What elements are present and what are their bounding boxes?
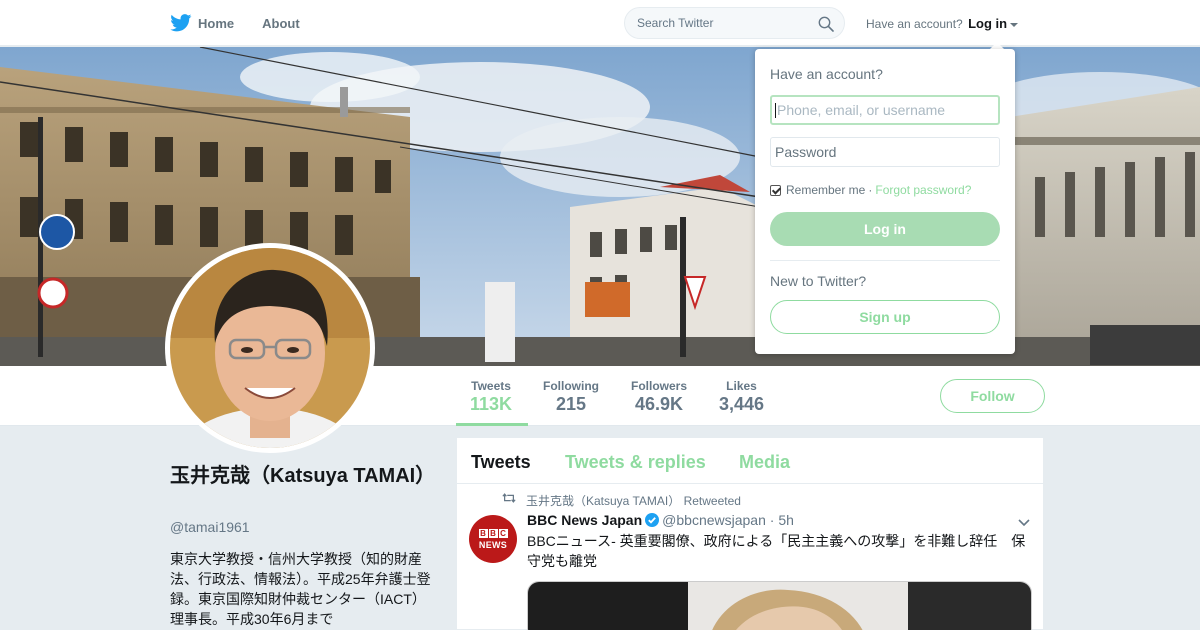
search-icon[interactable] xyxy=(818,16,834,32)
bbc-news-logo: B B C NEWS xyxy=(475,529,511,550)
stat-label: Likes xyxy=(726,379,757,393)
dropdown-title: Have an account? xyxy=(770,66,883,82)
tweet-author-handle[interactable]: @bbcnewsjapan xyxy=(662,512,766,528)
bbc-logo-letter: B xyxy=(488,529,498,538)
stat-likes[interactable]: Likes 3,446 xyxy=(719,379,764,415)
username-placeholder: Phone, email, or username xyxy=(777,102,946,118)
signup-button[interactable]: Sign up xyxy=(770,300,1000,334)
twitter-bird-icon[interactable] xyxy=(170,14,192,32)
stat-value: 46.9K xyxy=(634,394,684,414)
stat-label: Following xyxy=(543,379,599,393)
remember-me-row: Remember me · Forgot password? xyxy=(770,183,971,197)
search-input[interactable]: Search Twitter xyxy=(637,16,713,30)
separator-dot: · xyxy=(868,183,873,197)
remember-me-label[interactable]: Remember me xyxy=(786,183,865,197)
retweeted-by-label[interactable]: 玉井克哉（Katsuya TAMAI） Retweeted xyxy=(526,492,741,509)
stat-label: Tweets xyxy=(471,379,511,393)
search-box[interactable]: Search Twitter xyxy=(624,7,845,39)
profile-handle[interactable]: @tamai1961 xyxy=(170,519,250,535)
text-cursor xyxy=(775,103,776,118)
new-to-twitter-label: New to Twitter? xyxy=(770,273,867,289)
account-prompt: Have an account? xyxy=(866,17,963,31)
avatar-photo xyxy=(170,248,370,448)
nav-about-link[interactable]: About xyxy=(262,16,300,31)
password-field[interactable]: Password xyxy=(770,137,1000,167)
profile-avatar[interactable] xyxy=(165,243,375,453)
stat-label: Followers xyxy=(631,379,688,393)
bbc-logo-word: NEWS xyxy=(478,540,508,550)
stat-following[interactable]: Following 215 xyxy=(543,379,599,415)
top-navigation-bar: Home About Search Twitter Have an accoun… xyxy=(0,0,1200,46)
stat-value: 3,446 xyxy=(719,394,765,414)
retweet-icon xyxy=(502,493,516,503)
tab-tweets-and-replies[interactable]: Tweets & replies xyxy=(565,452,706,473)
login-button[interactable]: Log in xyxy=(770,212,1000,246)
tweet-timestamp[interactable]: 5h xyxy=(778,512,794,528)
account-menu: Have an account? Log in xyxy=(866,16,1019,31)
stat-followers[interactable]: Followers 46.9K xyxy=(631,379,687,415)
verified-badge-icon xyxy=(645,513,660,527)
active-stat-underline xyxy=(456,423,528,426)
stat-tweets[interactable]: Tweets 113K xyxy=(470,379,512,415)
tweet-author-name[interactable]: BBC News Japan xyxy=(527,512,642,528)
tweet-text: BBCニュース- 英重要閣僚、政府による「民主主義への攻撃」を非難し辞任 保守党… xyxy=(527,533,1026,569)
tweet-header: BBC News Japan @bbcnewsjapan · 5h xyxy=(527,512,794,528)
stat-value: 113K xyxy=(470,394,513,414)
profile-bio: 東京大学教授・信州大学教授（知的財産法、行政法、情報法）。平成25年弁護士登録。… xyxy=(170,551,431,627)
bbc-logo-letter: C xyxy=(498,529,508,538)
stat-value: 215 xyxy=(555,394,587,414)
nav-links: Home About xyxy=(170,0,300,46)
login-dropdown: Have an account? Phone, email, or userna… xyxy=(755,49,1015,354)
bbc-logo-letter: B xyxy=(478,529,488,538)
login-dropdown-toggle[interactable]: Log in xyxy=(968,16,1007,31)
timeline-tabs: Tweets Tweets & replies Media xyxy=(457,438,1043,484)
tab-media[interactable]: Media xyxy=(739,452,790,473)
username-field[interactable]: Phone, email, or username xyxy=(770,95,1000,125)
tab-tweets[interactable]: Tweets xyxy=(471,452,531,473)
nav-home-link[interactable]: Home xyxy=(198,16,234,31)
profile-name[interactable]: 玉井克哉（Katsuya TAMAI） xyxy=(170,462,435,490)
timeline: Tweets Tweets & replies Media 玉井克哉（Katsu… xyxy=(456,437,1044,630)
chevron-down-icon[interactable] xyxy=(1017,515,1031,529)
remember-me-checkbox[interactable] xyxy=(770,184,781,196)
follow-button[interactable]: Follow xyxy=(940,379,1045,413)
caret-down-icon[interactable] xyxy=(1010,22,1019,27)
tweet-separator: · xyxy=(769,512,775,528)
tweet-media-image[interactable] xyxy=(527,581,1032,630)
dropdown-divider xyxy=(770,260,1000,261)
bbc-avatar[interactable]: B B C NEWS xyxy=(469,515,517,563)
forgot-password-link[interactable]: Forgot password? xyxy=(875,183,971,197)
